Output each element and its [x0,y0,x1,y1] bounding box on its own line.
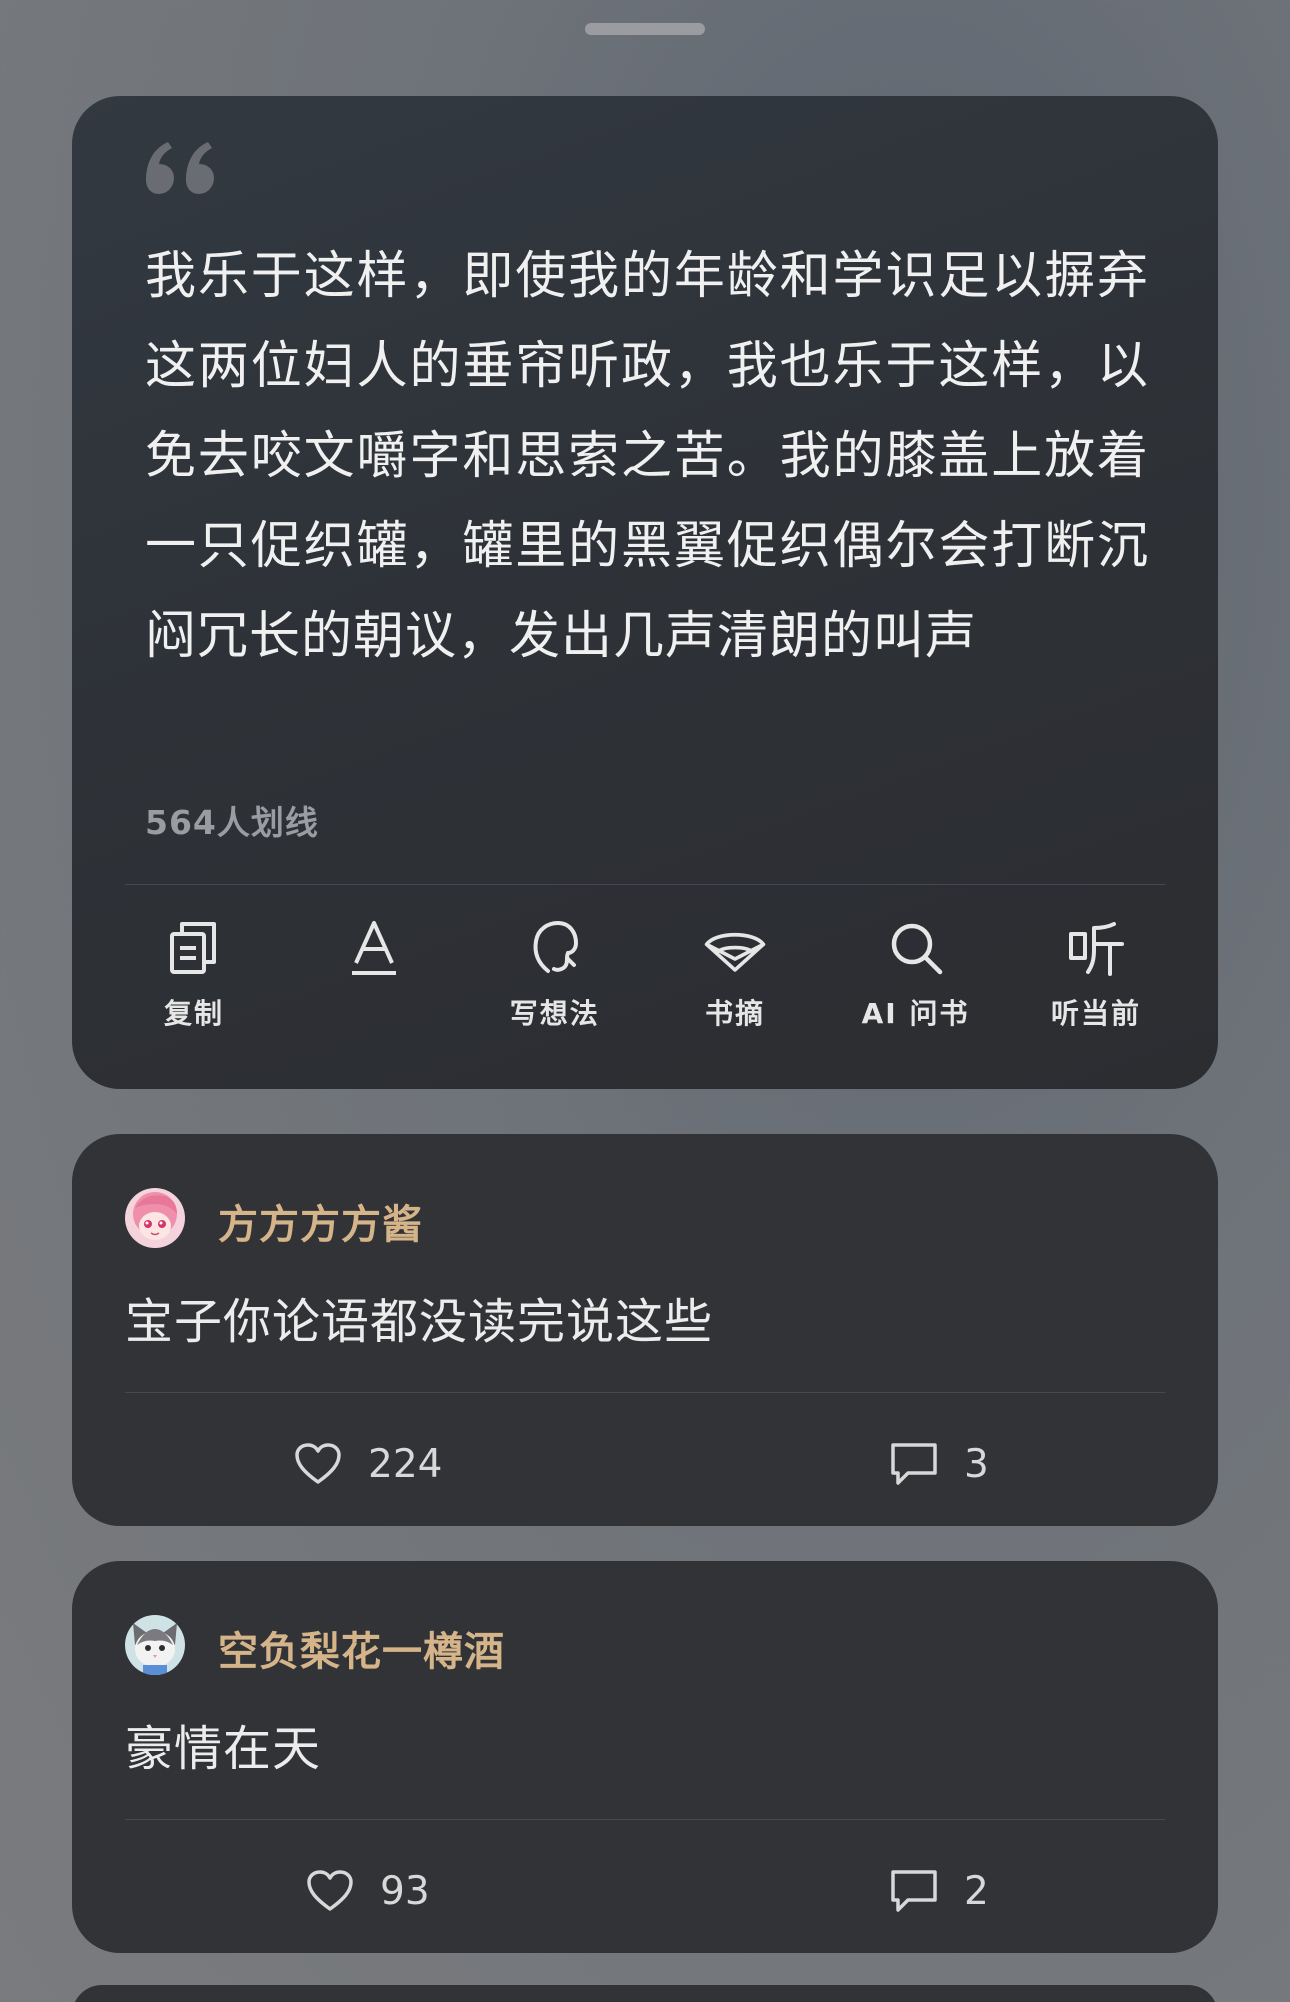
comment-card-partial[interactable] [72,1985,1218,2002]
reply-count: 2 [964,1868,989,1914]
quote-text[interactable]: 我乐于这样，即使我的年龄和学识足以摒弃这两位妇人的垂帘听政，我也乐于这样，以免去… [145,232,1149,682]
book-excerpt-label: 书摘 [705,997,766,1030]
highlight-count: 564人划线 [145,803,319,842]
comment-card[interactable]: 空负梨花一樽酒 豪情在天 93 2 [72,1561,1218,1953]
copy-label: 复制 [163,997,224,1030]
comment-text: 豪情在天 [125,1721,322,1777]
book-excerpt-button[interactable]: 书摘 [645,916,825,1056]
comment-text: 宝子你论语都没读完说这些 [125,1294,714,1350]
search-icon [884,916,948,980]
comment-username[interactable]: 方方方方酱 [218,1192,423,1250]
comment-bubble-icon [890,1440,938,1488]
sheet-grabber[interactable] [585,23,705,35]
ai-ask-book-label: AI 问书 [861,997,970,1030]
thought-icon [523,916,587,980]
reply-button[interactable]: 3 [890,1434,989,1494]
write-thought-button[interactable]: 写想法 [465,916,645,1056]
comment-bubble-icon [890,1867,938,1915]
listen-icon [1064,916,1128,980]
ai-ask-book-button[interactable]: AI 问书 [826,916,1006,1056]
quote-card: 我乐于这样，即使我的年龄和学识足以摒弃这两位妇人的垂帘听政，我也乐于这样，以免去… [72,96,1218,1089]
listen-current-button[interactable]: 听当前 [1006,916,1186,1056]
copy-button[interactable]: 复制 [104,916,284,1056]
divider [125,1392,1165,1393]
font-style-label [350,994,398,1034]
quote-actions-bar: 复制 写想法 书摘 AI 问书 听当前 [104,916,1186,1056]
divider [125,884,1165,885]
copy-icon [162,916,226,980]
like-count: 93 [380,1868,430,1914]
like-count: 224 [368,1441,443,1487]
avatar[interactable] [125,1188,185,1248]
font-icon [342,916,406,980]
reply-button[interactable]: 2 [890,1861,989,1921]
comment-username[interactable]: 空负梨花一樽酒 [218,1619,505,1677]
divider [125,1819,1165,1820]
reply-count: 3 [964,1441,989,1487]
font-style-button[interactable] [284,916,464,1056]
write-thought-label: 写想法 [509,997,600,1030]
listen-current-label: 听当前 [1050,997,1141,1030]
heart-icon [294,1440,342,1488]
avatar[interactable] [125,1615,185,1675]
like-button[interactable]: 224 [294,1434,442,1494]
quote-mark-icon [146,142,214,194]
heart-icon [306,1867,354,1915]
like-button[interactable]: 93 [306,1861,430,1921]
bookmark-icon [703,916,767,980]
comment-card[interactable]: 方方方方酱 宝子你论语都没读完说这些 224 3 [72,1134,1218,1526]
